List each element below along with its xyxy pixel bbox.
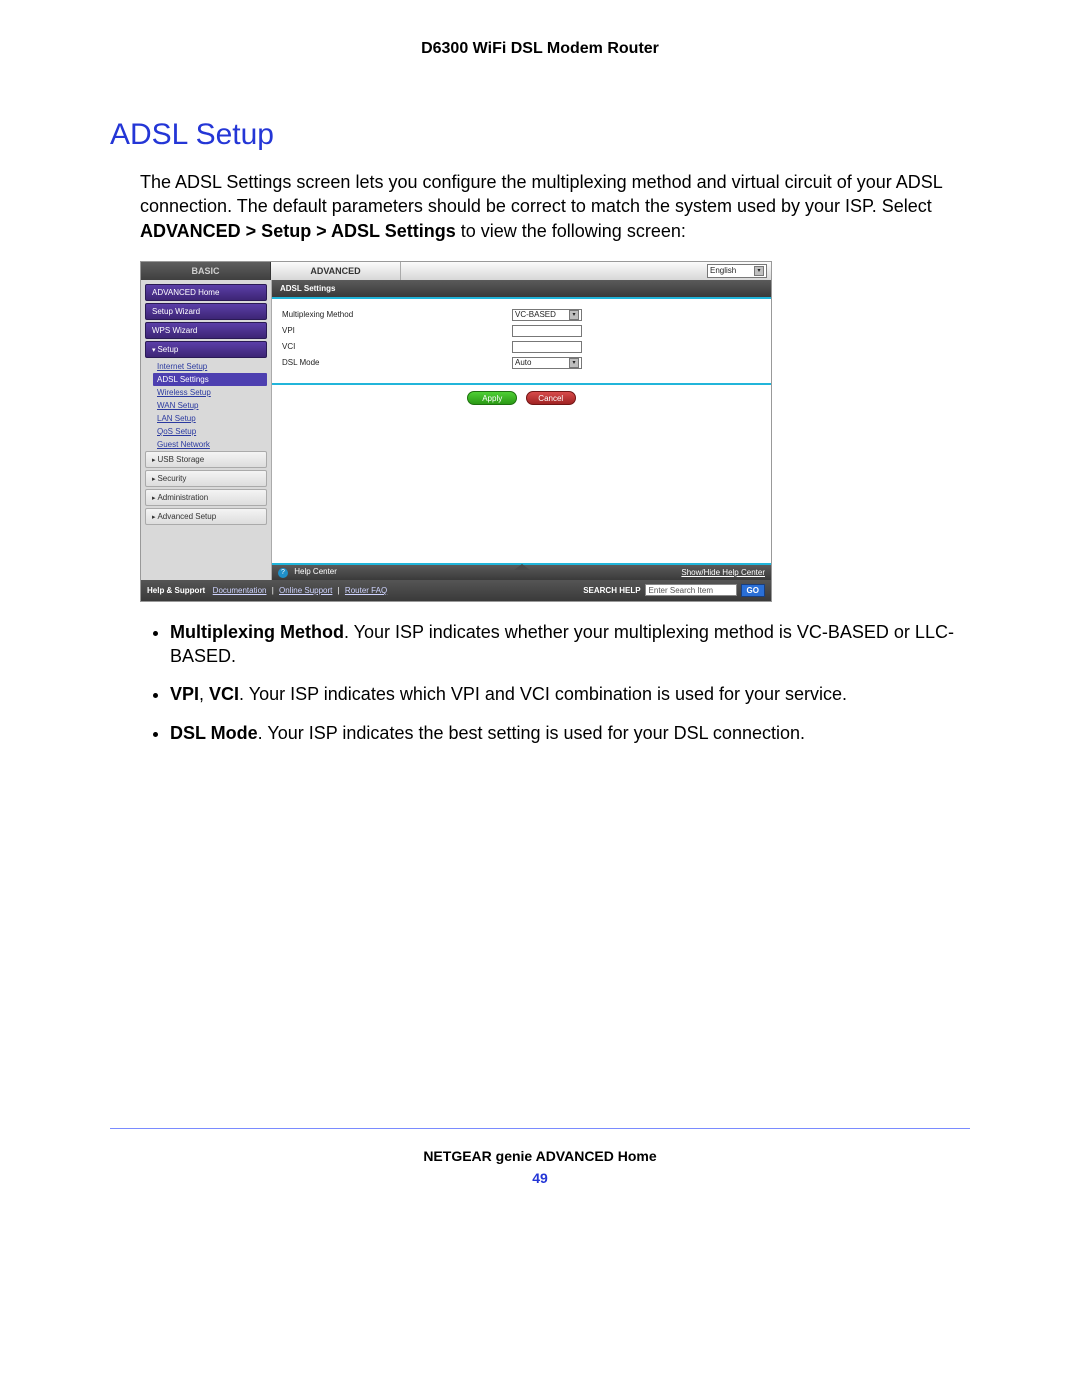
bullet-bold: DSL Mode bbox=[170, 723, 258, 743]
bullet-text: . Your ISP indicates which VPI and VCI c… bbox=[239, 684, 847, 704]
select-multiplexing-value: VC-BASED bbox=[515, 310, 556, 319]
question-icon: ? bbox=[278, 568, 288, 578]
sidebar-sub-lan-setup[interactable]: LAN Setup bbox=[153, 412, 267, 425]
tab-bar: BASIC ADVANCED English ▾ bbox=[141, 262, 771, 280]
sidebar-item-advanced-setup[interactable]: Advanced Setup bbox=[145, 508, 267, 525]
sidebar-item-setup-wizard[interactable]: Setup Wizard bbox=[145, 303, 267, 320]
sidebar-item-usb-storage[interactable]: USB Storage bbox=[145, 451, 267, 468]
help-center-bar: ? Help Center Show/Hide Help Center bbox=[272, 563, 771, 580]
page-number: 49 bbox=[0, 1170, 1080, 1186]
help-center-label: Help Center bbox=[294, 567, 337, 576]
bullet-dsl-mode: DSL Mode. Your ISP indicates the best se… bbox=[170, 721, 970, 745]
help-support-label: Help & Support bbox=[147, 586, 205, 595]
select-dsl-mode[interactable]: Auto ▾ bbox=[512, 357, 582, 369]
expand-up-icon[interactable] bbox=[514, 564, 530, 570]
footer-rule bbox=[110, 1128, 970, 1129]
bullet-mid: , bbox=[199, 684, 209, 704]
intro-bold-path: ADVANCED > Setup > ADSL Settings bbox=[140, 221, 456, 241]
bullet-bold: VPI bbox=[170, 684, 199, 704]
bullet-bold: Multiplexing Method bbox=[170, 622, 344, 642]
input-vci[interactable] bbox=[512, 341, 582, 353]
footer-title: NETGEAR genie ADVANCED Home bbox=[0, 1148, 1080, 1164]
sidebar-sub-wireless-setup[interactable]: Wireless Setup bbox=[153, 386, 267, 399]
button-row: Apply Cancel bbox=[272, 385, 771, 409]
select-dsl-mode-value: Auto bbox=[515, 358, 531, 367]
form-area: Multiplexing Method VC-BASED ▾ VPI VCI bbox=[272, 299, 771, 379]
search-help-label: SEARCH HELP bbox=[583, 586, 640, 595]
bullet-list: Multiplexing Method . Your ISP indicates … bbox=[170, 620, 970, 745]
chevron-down-icon: ▾ bbox=[569, 358, 579, 368]
ui-footer-left: Help & Support Documentation | Online Su… bbox=[147, 586, 390, 595]
bullet-bold2: VCI bbox=[209, 684, 239, 704]
label-multiplexing: Multiplexing Method bbox=[282, 310, 512, 319]
search-help-input[interactable]: Enter Search Item bbox=[645, 584, 737, 596]
page-footer: NETGEAR genie ADVANCED Home 49 bbox=[0, 1148, 1080, 1186]
link-documentation[interactable]: Documentation bbox=[213, 586, 267, 595]
sidebar-item-wps-wizard[interactable]: WPS Wizard bbox=[145, 322, 267, 339]
go-button[interactable]: GO bbox=[741, 584, 765, 597]
section-title: ADSL Setup bbox=[110, 118, 970, 152]
chevron-down-icon: ▾ bbox=[754, 266, 764, 276]
sidebar-item-security[interactable]: Security bbox=[145, 470, 267, 487]
help-center-left: ? Help Center bbox=[278, 567, 337, 578]
sidebar-sub-wan-setup[interactable]: WAN Setup bbox=[153, 399, 267, 412]
link-online-support[interactable]: Online Support bbox=[279, 586, 332, 595]
sidebar-item-administration[interactable]: Administration bbox=[145, 489, 267, 506]
language-value: English bbox=[710, 266, 736, 275]
sidebar: ADVANCED Home Setup Wizard WPS Wizard Se… bbox=[141, 280, 271, 580]
sidebar-item-setup[interactable]: Setup bbox=[145, 341, 267, 358]
panel-title: ADSL Settings bbox=[272, 280, 771, 299]
help-center-toggle[interactable]: Show/Hide Help Center bbox=[681, 568, 765, 577]
panel-empty-space bbox=[272, 409, 771, 564]
label-dsl-mode: DSL Mode bbox=[282, 358, 512, 367]
label-vpi: VPI bbox=[282, 326, 512, 335]
main-panel: ADSL Settings Multiplexing Method VC-BAS… bbox=[271, 280, 771, 580]
sidebar-sub-internet-setup[interactable]: Internet Setup bbox=[153, 360, 267, 373]
bullet-multiplexing: Multiplexing Method. Your ISP indicates … bbox=[170, 620, 970, 669]
bullet-text: . Your ISP indicates the best setting is… bbox=[258, 723, 805, 743]
intro-pre: The ADSL Settings screen lets you config… bbox=[140, 172, 942, 216]
apply-button[interactable]: Apply bbox=[467, 391, 517, 405]
cancel-button[interactable]: Cancel bbox=[526, 391, 576, 405]
intro-post: to view the following screen: bbox=[461, 221, 686, 241]
sidebar-sub-qos-setup[interactable]: QoS Setup bbox=[153, 425, 267, 438]
intro-paragraph: The ADSL Settings screen lets you config… bbox=[140, 170, 970, 243]
router-ui-screenshot: BASIC ADVANCED English ▾ ADVANCED Home S… bbox=[140, 261, 772, 602]
input-vpi[interactable] bbox=[512, 325, 582, 337]
sidebar-sub-adsl-settings[interactable]: ADSL Settings bbox=[153, 373, 267, 386]
tab-advanced[interactable]: ADVANCED bbox=[271, 262, 401, 280]
label-vci: VCI bbox=[282, 342, 512, 351]
ui-footer: Help & Support Documentation | Online Su… bbox=[141, 580, 771, 601]
doc-header: D6300 WiFi DSL Modem Router bbox=[110, 40, 970, 58]
select-multiplexing[interactable]: VC-BASED ▾ bbox=[512, 309, 582, 321]
language-select[interactable]: English ▾ bbox=[707, 264, 767, 278]
bullet-vpi-vci: VPI, VCI. Your ISP indicates which VPI a… bbox=[170, 682, 970, 706]
sidebar-sub-guest-network[interactable]: Guest Network bbox=[153, 438, 267, 451]
tab-basic[interactable]: BASIC bbox=[141, 262, 271, 280]
sidebar-item-advanced-home[interactable]: ADVANCED Home bbox=[145, 284, 267, 301]
chevron-down-icon: ▾ bbox=[569, 310, 579, 320]
tab-bar-right: English ▾ bbox=[401, 262, 771, 280]
ui-footer-right: SEARCH HELP Enter Search Item GO bbox=[583, 584, 765, 597]
link-router-faq[interactable]: Router FAQ bbox=[345, 586, 387, 595]
